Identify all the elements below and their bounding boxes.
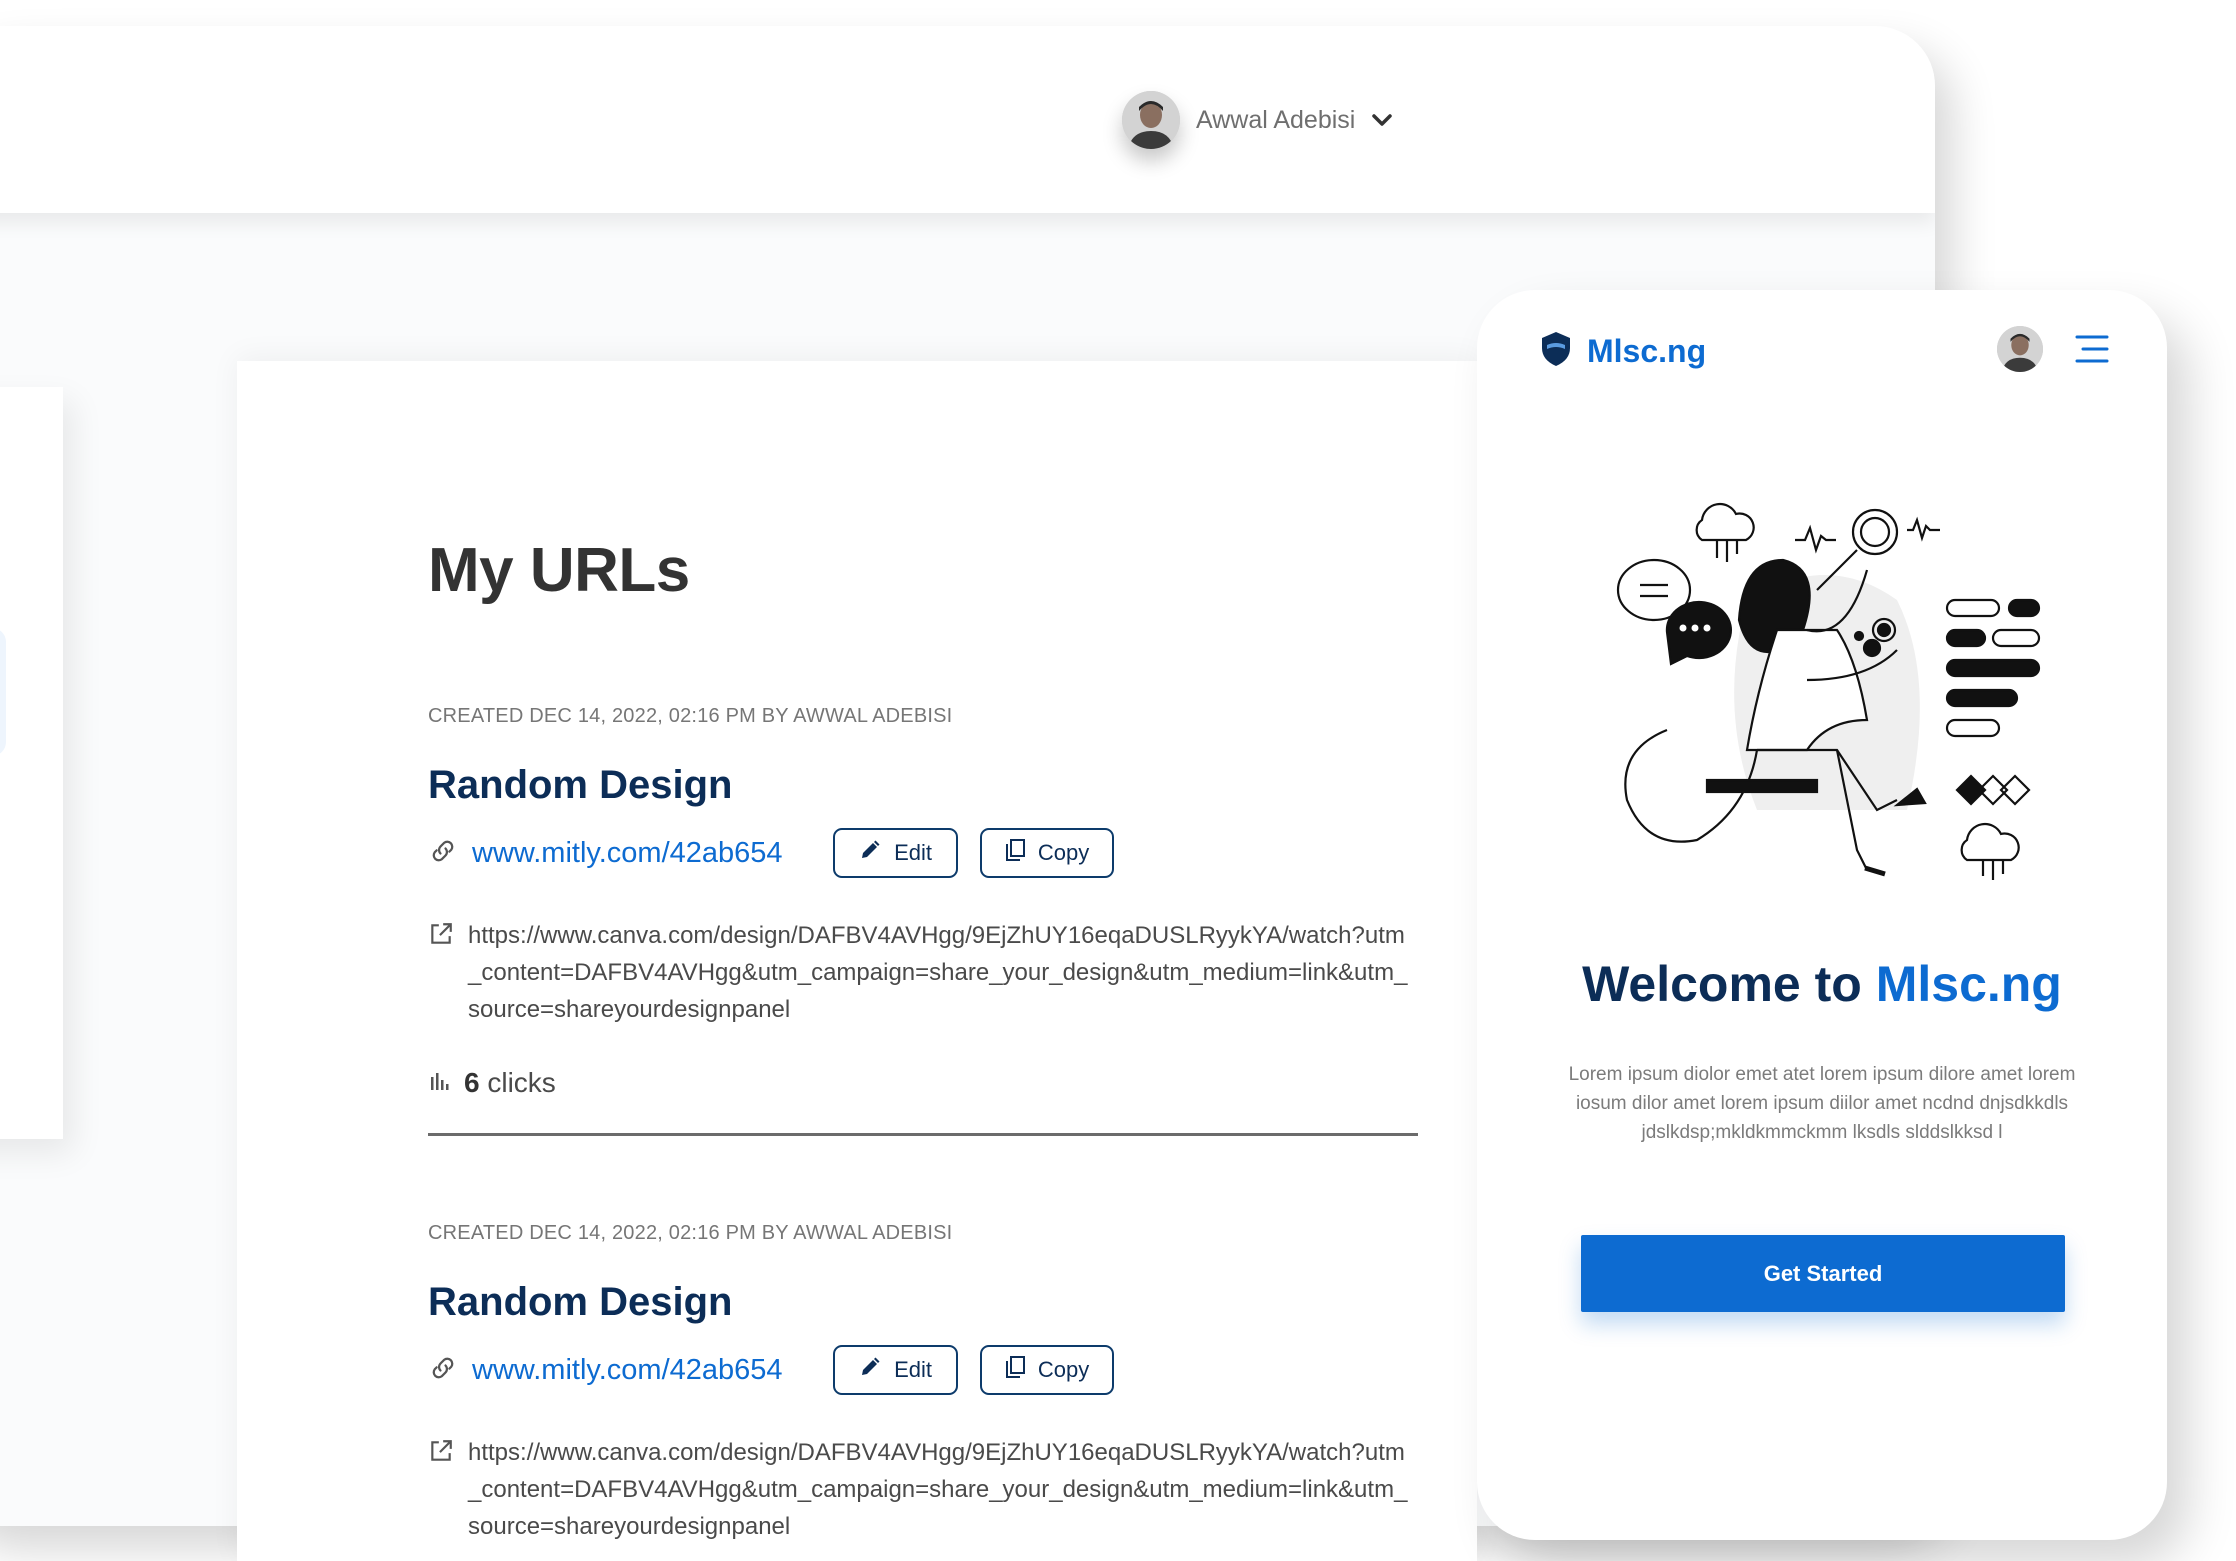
avatar[interactable] [1122, 91, 1180, 149]
pencil-icon [858, 1355, 882, 1385]
bar-chart-icon [428, 1069, 452, 1098]
copy-button[interactable]: Copy [979, 1345, 1114, 1395]
get-started-button[interactable]: Get Started [1581, 1235, 2065, 1312]
pencil-icon [858, 838, 882, 868]
shield-logo-icon [1539, 330, 1573, 373]
top-bar: Awwal Adebisi [0, 26, 1935, 213]
sidebar-active-item[interactable] [0, 628, 6, 756]
edit-label: Edit [894, 1357, 932, 1382]
clicks-label: clicks [487, 1067, 556, 1098]
external-link-icon [428, 1438, 454, 1545]
long-url[interactable]: https://www.canva.com/design/DAFBV4AVHgg… [468, 917, 1413, 1028]
copy-label: Copy [1037, 840, 1090, 865]
clicks-count: 6 clicks [464, 1067, 556, 1099]
welcome-illustration [1607, 480, 2047, 895]
url-title: Random Design [428, 763, 733, 807]
side-panel [0, 387, 63, 1139]
short-url-row: www.mitly.com/42ab654 Edit Copy [428, 1345, 1114, 1395]
user-name: Awwal Adebisi [1196, 105, 1356, 134]
user-menu[interactable]: Awwal Adebisi [1122, 91, 1393, 149]
mobile-screen: Mlsc.ng Welcome to Mlsc.ng Lorem ipsum d… [1477, 290, 2167, 1540]
url-entry: CREATED DEC 14, 2022, 02:16 PM BY AWWAL … [428, 1222, 1418, 1540]
short-url-link[interactable]: www.mitly.com/42ab654 [472, 837, 783, 870]
external-link-icon [428, 921, 454, 1028]
edit-button[interactable]: Edit [832, 1345, 958, 1395]
welcome-heading: Welcome to Mlsc.ng [1477, 955, 2167, 1013]
copy-icon [1004, 1355, 1026, 1385]
short-url-row: www.mitly.com/42ab654 Edit Copy [428, 828, 1114, 878]
mobile-brand: Mlsc.ng [1587, 333, 1707, 369]
long-url-row: https://www.canva.com/design/DAFBV4AVHgg… [428, 917, 1413, 1028]
welcome-description: Lorem ipsum diolor emet atet lorem ipsum… [1568, 1064, 2076, 1143]
copy-label: Copy [1037, 1357, 1090, 1382]
copy-icon [1004, 838, 1026, 868]
link-icon [428, 836, 458, 871]
entry-divider [428, 1133, 1418, 1136]
short-url-link[interactable]: www.mitly.com/42ab654 [472, 1354, 783, 1387]
edit-button[interactable]: Edit [832, 828, 958, 878]
url-meta: CREATED DEC 14, 2022, 02:16 PM BY AWWAL … [428, 705, 953, 727]
avatar[interactable] [1997, 326, 2043, 372]
welcome-brand: Mlsc.ng [1875, 956, 2062, 1012]
welcome-prefix: Welcome to [1582, 956, 1862, 1012]
clicks-row: 6 clicks [428, 1067, 556, 1099]
url-entry: CREATED DEC 14, 2022, 02:16 PM BY AWWAL … [428, 705, 1418, 1145]
clicks-number: 6 [464, 1067, 480, 1098]
mobile-logo[interactable]: Mlsc.ng [1539, 330, 1706, 373]
url-title: Random Design [428, 1280, 733, 1324]
url-meta: CREATED DEC 14, 2022, 02:16 PM BY AWWAL … [428, 1222, 953, 1244]
page-title: My URLs [428, 536, 690, 605]
copy-button[interactable]: Copy [979, 828, 1114, 878]
chevron-down-icon[interactable] [1371, 113, 1393, 127]
link-icon [428, 1353, 458, 1388]
hamburger-menu-icon[interactable] [2075, 334, 2109, 369]
edit-label: Edit [894, 840, 932, 865]
